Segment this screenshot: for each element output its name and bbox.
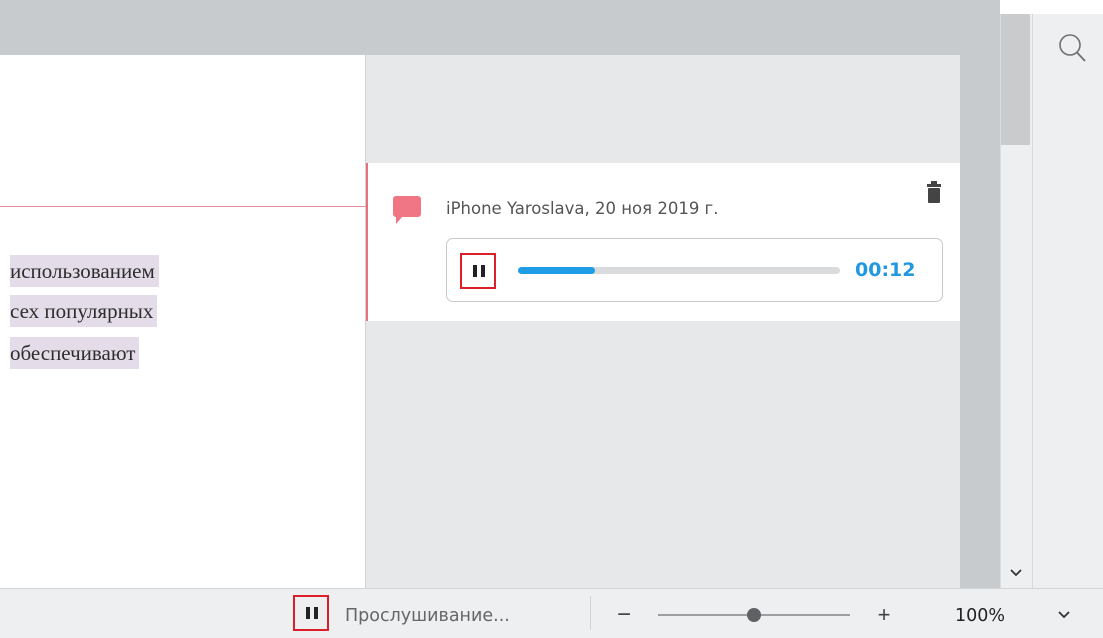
chevron-down-icon xyxy=(1058,611,1070,619)
scrollbar-thumb[interactable] xyxy=(1001,14,1030,145)
audio-progress-fill xyxy=(518,267,596,274)
chevron-down-icon xyxy=(1010,569,1022,577)
zoom-out-button[interactable]: − xyxy=(612,603,636,627)
comments-pane xyxy=(366,55,960,588)
zoom-dropdown-button[interactable] xyxy=(1054,604,1074,626)
status-pause-button[interactable] xyxy=(293,595,329,631)
playback-status-label: Прослушивание... xyxy=(345,606,510,626)
status-divider xyxy=(590,596,591,630)
scroll-down-button[interactable] xyxy=(1000,560,1032,586)
highlighted-text-line[interactable]: обеспечивают xyxy=(10,337,140,369)
comment-bubble-icon xyxy=(392,194,422,226)
audio-pause-button[interactable] xyxy=(460,253,496,289)
zoom-value[interactable]: 100% xyxy=(955,606,1005,626)
comment-connector-line xyxy=(0,206,366,207)
search-icon[interactable] xyxy=(1058,32,1088,64)
comment-author-date: iPhone Yaroslava, 20 ноя 2019 г. xyxy=(446,199,719,218)
right-sidebar xyxy=(1032,14,1103,588)
zoom-slider-handle[interactable] xyxy=(747,608,761,622)
document-top-band xyxy=(0,0,1000,55)
comments-pane-edge xyxy=(960,55,1000,588)
trash-icon[interactable] xyxy=(926,181,942,203)
status-bar xyxy=(0,588,1103,638)
zoom-in-button[interactable]: + xyxy=(872,603,896,627)
audio-time: 00:12 xyxy=(855,259,916,281)
highlighted-text-line[interactable]: сех популярных xyxy=(10,295,158,327)
highlighted-text-line[interactable]: использованием xyxy=(10,255,159,287)
